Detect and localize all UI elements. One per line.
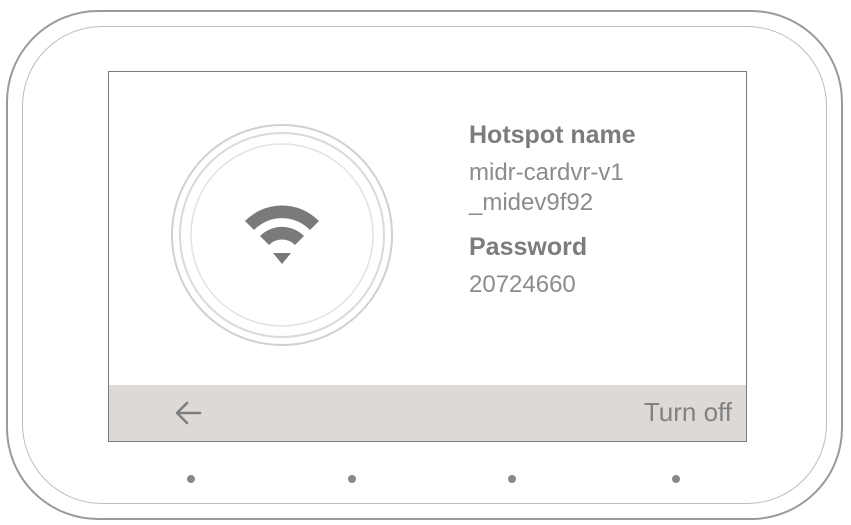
hotspot-screen: Hotspot name midr-cardvr-v1 _midev9f92 P… xyxy=(108,71,747,442)
hardware-button-1[interactable] xyxy=(187,475,195,483)
hotspot-name-line-1: midr-cardvr-v1 xyxy=(469,159,624,186)
password-label: Password xyxy=(469,233,588,261)
password-value: 20724660 xyxy=(469,271,576,298)
hardware-button-2[interactable] xyxy=(348,475,356,483)
wifi-badge xyxy=(169,122,395,348)
arrow-left-icon xyxy=(175,401,202,425)
wifi-icon xyxy=(245,205,319,264)
hotspot-info: Hotspot name midr-cardvr-v1 _midev9f92 P… xyxy=(469,120,729,300)
hotspot-name-label: Hotspot name xyxy=(469,121,636,149)
hotspot-name-value: midr-cardvr-v1 _midev9f92 xyxy=(469,158,729,218)
turn-off-button[interactable]: Turn off xyxy=(644,396,732,428)
back-button[interactable] xyxy=(171,397,205,429)
hardware-button-4[interactable] xyxy=(672,475,680,483)
bottom-action-bar: Turn off xyxy=(109,385,746,441)
hardware-button-3[interactable] xyxy=(508,475,516,483)
hotspot-name-line-2: _midev9f92 xyxy=(469,189,594,216)
